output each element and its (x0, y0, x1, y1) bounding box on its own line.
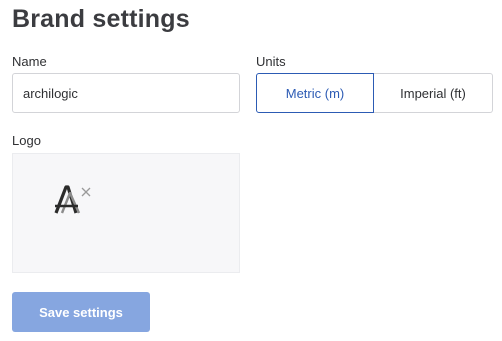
units-toggle-group: Metric (m) Imperial (ft) (256, 73, 493, 113)
logo-upload-area[interactable] (12, 153, 240, 273)
page-title: Brand settings (12, 5, 190, 33)
units-label: Units (256, 54, 286, 69)
logo-label: Logo (12, 133, 41, 148)
save-settings-button[interactable]: Save settings (12, 292, 150, 332)
archilogic-logo-image (54, 185, 81, 214)
units-metric-button[interactable]: Metric (m) (256, 73, 374, 113)
close-icon[interactable] (79, 185, 93, 199)
name-label: Name (12, 54, 47, 69)
name-input[interactable] (12, 73, 240, 113)
units-imperial-button[interactable]: Imperial (ft) (374, 73, 493, 113)
